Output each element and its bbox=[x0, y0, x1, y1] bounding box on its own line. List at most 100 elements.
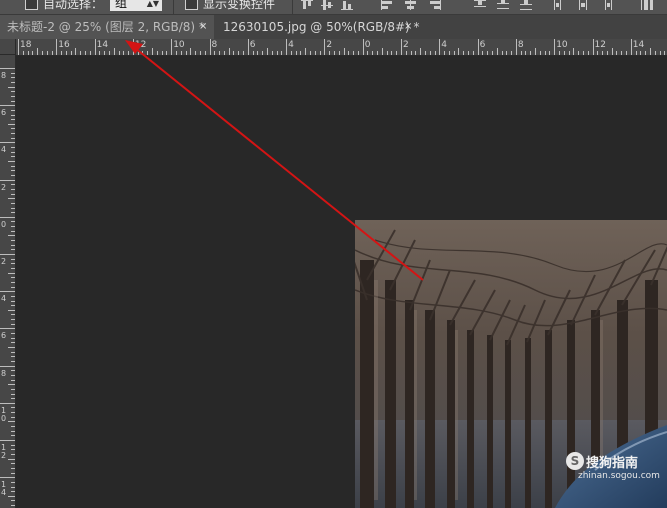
ruler-major-tick bbox=[630, 39, 632, 55]
ruler-minor-tick bbox=[11, 333, 15, 335]
ruler-minor-tick bbox=[535, 48, 537, 55]
distribute-hcenter-icon[interactable] bbox=[576, 0, 590, 10]
vertical-ruler[interactable]: 8 6 4 2 0 2 4 6 8 1 0 1 2 1 4 bbox=[0, 55, 16, 508]
show-transform-checkbox[interactable] bbox=[185, 0, 198, 10]
ruler-major-tick bbox=[0, 477, 15, 479]
ruler-tick-label: 8 bbox=[211, 40, 218, 50]
ruler-minor-tick bbox=[420, 48, 422, 55]
dropdown-arrow-icon: ▲▼ bbox=[146, 0, 159, 8]
ruler-tick-label: 0 bbox=[1, 219, 7, 229]
ruler-minor-tick bbox=[281, 51, 283, 55]
ruler-minor-tick bbox=[37, 48, 39, 55]
ruler-minor-tick bbox=[11, 379, 15, 381]
distribute-vcenter-icon[interactable] bbox=[496, 0, 510, 10]
ruler-major-tick bbox=[477, 39, 479, 55]
distribute-bottom-icon[interactable] bbox=[519, 0, 533, 10]
ruler-minor-tick bbox=[573, 48, 575, 55]
ruler-minor-tick bbox=[271, 51, 273, 55]
ruler-minor-tick bbox=[51, 51, 53, 55]
ruler-minor-tick bbox=[367, 51, 369, 55]
ruler-minor-tick bbox=[228, 48, 230, 55]
tab-untitled-2[interactable]: 未标题-2 @ 25% (图层 2, RGB/8) * × bbox=[0, 15, 214, 39]
tab-title: 未标题-2 @ 25% (图层 2, RGB/8) * bbox=[7, 20, 205, 34]
ruler-minor-tick bbox=[453, 51, 455, 55]
ruler-minor-tick bbox=[11, 188, 15, 190]
ruler-minor-tick bbox=[11, 174, 15, 176]
ruler-minor-tick bbox=[11, 319, 15, 321]
ruler-minor-tick bbox=[558, 51, 560, 55]
distribute-left-icon[interactable] bbox=[553, 0, 567, 10]
ruler-minor-tick bbox=[606, 51, 608, 55]
ruler-minor-tick bbox=[611, 48, 613, 55]
align-top-icon[interactable] bbox=[300, 0, 314, 10]
ruler-minor-tick bbox=[11, 240, 15, 242]
ruler-minor-tick bbox=[11, 202, 15, 204]
ruler-tick-label: 14 bbox=[632, 40, 645, 50]
ruler-minor-tick bbox=[8, 198, 15, 200]
ruler-minor-tick bbox=[597, 51, 599, 55]
align-bottom-icon[interactable] bbox=[340, 0, 354, 10]
ruler-minor-tick bbox=[11, 156, 15, 158]
watermark: S 搜狗指南 zhinan.sogou.com bbox=[566, 452, 667, 486]
ruler-tick-label: 14 bbox=[96, 40, 109, 50]
ruler-minor-tick bbox=[11, 249, 15, 251]
ruler-major-tick bbox=[286, 39, 288, 55]
align-right-icon[interactable] bbox=[428, 0, 442, 10]
ruler-minor-tick bbox=[621, 51, 623, 55]
ruler-minor-tick bbox=[11, 212, 15, 214]
ruler-minor-tick bbox=[11, 505, 15, 507]
tab-12630105-jpg[interactable]: 12630105.jpg @ 50%(RGB/8#) * × bbox=[216, 15, 420, 39]
ruler-minor-tick bbox=[11, 398, 15, 400]
ruler-minor-tick bbox=[104, 51, 106, 55]
ruler-minor-tick bbox=[204, 51, 206, 55]
auto-select-checkbox[interactable] bbox=[25, 0, 38, 10]
ruler-origin[interactable] bbox=[0, 39, 16, 55]
ruler-minor-tick bbox=[616, 51, 618, 55]
ruler-minor-tick bbox=[472, 51, 474, 55]
horizontal-ruler[interactable]: 18 16 14 12 10 8 6 4 2 0 2 4 6 8 10 12 14 bbox=[16, 39, 667, 56]
ruler-tick-label: 12 bbox=[134, 40, 147, 50]
close-icon[interactable]: × bbox=[199, 15, 207, 39]
ruler-major-tick bbox=[0, 254, 15, 255]
ruler-minor-tick bbox=[161, 51, 163, 55]
ruler-minor-tick bbox=[353, 51, 355, 55]
distribute-right-icon[interactable] bbox=[599, 0, 613, 10]
ruler-minor-tick bbox=[645, 51, 647, 55]
ruler-major-tick bbox=[439, 39, 441, 55]
ruler-minor-tick bbox=[223, 51, 225, 55]
ruler-minor-tick bbox=[214, 51, 216, 55]
distribute-top-icon[interactable] bbox=[473, 0, 487, 10]
ruler-minor-tick bbox=[11, 416, 15, 418]
ruler-minor-tick bbox=[530, 51, 532, 55]
ruler-minor-tick bbox=[396, 51, 398, 55]
ruler-tick-label: 16 bbox=[58, 40, 70, 50]
auto-select-dropdown[interactable]: 组 ▲▼ bbox=[110, 0, 162, 11]
ruler-minor-tick bbox=[305, 48, 307, 55]
ruler-major-tick bbox=[362, 39, 364, 55]
align-hcenter-icon[interactable] bbox=[404, 0, 418, 10]
ruler-minor-tick bbox=[61, 51, 63, 55]
close-icon[interactable]: × bbox=[404, 15, 412, 39]
align-vcenter-icon[interactable] bbox=[320, 0, 334, 10]
auto-align-icon[interactable] bbox=[640, 0, 654, 10]
align-left-icon[interactable] bbox=[380, 0, 394, 10]
ruler-major-tick bbox=[247, 39, 249, 55]
ruler-minor-tick bbox=[142, 51, 144, 55]
document-tab-bar: 未标题-2 @ 25% (图层 2, RGB/8) * × 12630105.j… bbox=[0, 15, 667, 39]
ruler-minor-tick bbox=[11, 133, 15, 135]
ruler-minor-tick bbox=[11, 165, 15, 167]
ruler-minor-tick bbox=[491, 51, 493, 55]
ruler-minor-tick bbox=[333, 51, 335, 55]
ruler-tick-label: 8 bbox=[517, 40, 524, 50]
ruler-minor-tick bbox=[549, 51, 551, 55]
ruler-minor-tick bbox=[11, 351, 15, 353]
ruler-major-tick bbox=[515, 39, 517, 55]
ruler-minor-tick bbox=[11, 472, 15, 474]
ruler-minor-tick bbox=[448, 51, 450, 55]
ruler-minor-tick bbox=[11, 453, 15, 455]
ruler-major-tick bbox=[0, 440, 15, 441]
divider bbox=[173, 0, 174, 14]
ruler-minor-tick bbox=[11, 444, 15, 446]
ruler-minor-tick bbox=[11, 244, 15, 246]
ruler-major-tick bbox=[209, 39, 211, 55]
